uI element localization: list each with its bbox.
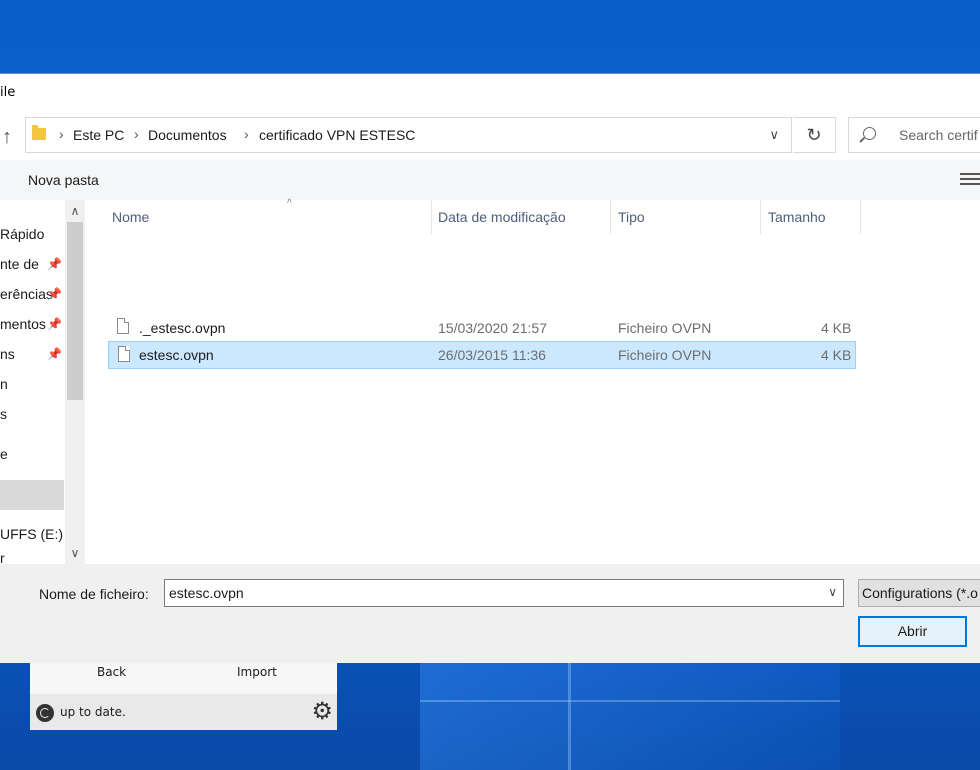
folder-icon: [32, 125, 46, 140]
open-file-dialog: ile ↑ › Este PC › Documentos › certifica…: [0, 73, 980, 663]
nav-item-label: r: [0, 550, 5, 564]
column-divider[interactable]: [610, 200, 611, 234]
chevron-down-icon[interactable]: ∨: [65, 542, 85, 564]
nav-item-label: erências: [0, 286, 53, 302]
openvpn-window: Back Import up to date. ⚙: [30, 662, 337, 730]
breadcrumb-current-folder[interactable]: certificado VPN ESTESC: [259, 127, 415, 143]
file-modified: 15/03/2020 21:57: [438, 320, 547, 336]
search-box[interactable]: Search certif: [848, 117, 980, 153]
column-header-label: Tipo: [618, 209, 645, 225]
refresh-icon: [36, 704, 54, 722]
column-header-label: Tamanho: [768, 209, 826, 225]
filename-input[interactable]: estesc.ovpn ∨: [164, 579, 844, 607]
open-button[interactable]: Abrir: [858, 616, 967, 647]
nav-item[interactable]: [0, 410, 64, 440]
column-header-date[interactable]: Data de modificação: [438, 200, 608, 234]
desktop-light-edge: [568, 662, 571, 770]
file-row[interactable]: ._estesc.ovpn 15/03/2020 21:57 Ficheiro …: [108, 314, 856, 342]
file-icon: [117, 318, 129, 334]
column-header-size[interactable]: Tamanho: [768, 200, 858, 234]
pin-icon: 📌: [47, 257, 62, 271]
column-header-label: Nome: [112, 209, 150, 225]
title-bar: ile: [0, 74, 980, 112]
back-button[interactable]: Back: [97, 665, 126, 679]
scroll-thumb[interactable]: [67, 222, 83, 400]
nav-item-label: ns: [0, 346, 15, 362]
new-folder-button[interactable]: Nova pasta: [28, 172, 99, 188]
file-icon: [118, 346, 130, 362]
column-divider[interactable]: [760, 200, 761, 234]
chevron-right-icon[interactable]: ›: [244, 126, 249, 142]
pin-icon: 📌: [47, 347, 62, 361]
file-size: 4 KB: [821, 347, 852, 363]
chevron-right-icon[interactable]: ›: [59, 126, 64, 142]
file-type-filter[interactable]: Configurations (*.o: [858, 579, 980, 607]
status-text: up to date.: [60, 705, 126, 719]
column-header-name[interactable]: Nome ^: [112, 198, 432, 234]
nav-item-pinned[interactable]: ns 📌: [0, 340, 64, 370]
nav-item[interactable]: n: [0, 370, 64, 400]
address-bar[interactable]: › Este PC › Documentos › certificado VPN…: [25, 117, 792, 153]
nav-item-label: Rápido: [0, 226, 45, 242]
breadcrumb-este-pc[interactable]: Este PC: [73, 127, 124, 143]
file-row-selected[interactable]: estesc.ovpn 26/03/2015 11:36 Ficheiro OV…: [108, 341, 856, 369]
nav-scrollbar[interactable]: ∧ ∨: [65, 200, 85, 564]
openvpn-button-row: Back Import: [30, 662, 337, 694]
nav-item-pinned[interactable]: nte de 📌: [0, 250, 64, 280]
nav-item-label: UFFS (E:): [0, 526, 63, 542]
filter-value: Configurations (*.o: [862, 585, 978, 601]
view-options-icon[interactable]: [960, 172, 980, 188]
column-header-label: Data de modificação: [438, 209, 566, 225]
desktop-light-edge: [420, 700, 840, 702]
column-divider[interactable]: [860, 200, 861, 234]
pin-icon: 📌: [47, 317, 62, 331]
nav-item-pinned[interactable]: erências 📌: [0, 280, 64, 310]
file-type: Ficheiro OVPN: [618, 347, 712, 363]
search-icon: [863, 127, 876, 140]
nav-item-pinned[interactable]: mentos 📌: [0, 310, 64, 340]
nav-item-quick-access[interactable]: Rápido: [0, 220, 64, 250]
toolbar: Nova pasta: [0, 160, 980, 200]
dialog-footer: Nome de ficheiro: estesc.ovpn ∨ Configur…: [0, 564, 980, 663]
file-type: Ficheiro OVPN: [618, 320, 712, 336]
column-header-type[interactable]: Tipo: [618, 200, 758, 234]
up-arrow-icon[interactable]: ↑: [2, 126, 12, 149]
file-list: Nome ^ Data de modificação Tipo Tamanho …: [86, 198, 980, 564]
pin-icon: 📌: [47, 287, 62, 301]
file-size: 4 KB: [821, 320, 852, 336]
chevron-down-icon[interactable]: ∨: [828, 585, 837, 599]
file-modified: 26/03/2015 11:36: [438, 347, 546, 363]
nav-item[interactable]: e: [0, 440, 64, 470]
chevron-down-icon[interactable]: ∨: [769, 127, 779, 143]
nav-item-label: mentos: [0, 316, 46, 332]
dialog-title: ile: [0, 85, 16, 100]
navigation-pane: Rápido nte de 📌 erências 📌 mentos 📌 ns 📌 n s…: [0, 200, 86, 564]
nav-item-selected[interactable]: [0, 480, 64, 510]
sort-up-icon: ^: [287, 198, 292, 209]
breadcrumb-documentos[interactable]: Documentos: [148, 127, 227, 143]
refresh-button[interactable]: ↻: [793, 117, 836, 153]
file-name: ._estesc.ovpn: [139, 320, 226, 336]
file-name: estesc.ovpn: [139, 347, 214, 363]
status-bar: up to date. ⚙: [30, 694, 337, 730]
chevron-up-icon[interactable]: ∧: [65, 200, 85, 222]
nav-item-label: e: [0, 446, 8, 462]
filename-label: Nome de ficheiro:: [39, 586, 149, 602]
search-placeholder: Search certif: [899, 127, 978, 143]
navigation-bar: ↑ › Este PC › Documentos › certificado V…: [0, 112, 980, 160]
nav-item-label: n: [0, 376, 8, 392]
filename-value: estesc.ovpn: [169, 585, 244, 601]
nav-item-label: nte de: [0, 256, 39, 272]
column-divider[interactable]: [431, 200, 432, 234]
chevron-right-icon[interactable]: ›: [134, 126, 139, 142]
import-button[interactable]: Import: [237, 665, 277, 679]
gear-icon[interactable]: ⚙: [311, 699, 333, 723]
nav-item[interactable]: r: [0, 544, 64, 564]
